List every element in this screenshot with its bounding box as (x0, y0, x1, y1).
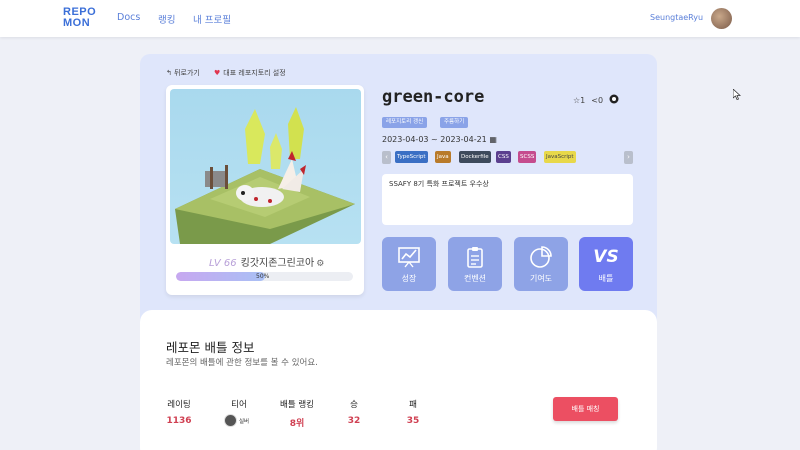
repo-title: green-core (382, 87, 485, 107)
gear-icon[interactable]: ⚙ (316, 259, 324, 269)
contribution-button[interactable]: 기여도 (514, 237, 568, 291)
growth-chart-icon (382, 245, 436, 269)
date-range-text: 2023-04-03 ~ 2023-04-21 (382, 135, 487, 144)
top-nav: REPO MON Docs 랭킹 내 프로필 SeungtaeRyu (0, 0, 800, 37)
language-chip: Dockerfile (459, 151, 491, 163)
nav-username[interactable]: SeungtaeRyu (650, 13, 703, 22)
representative-label: 대표 레포지토리 설정 (223, 69, 286, 77)
repomon-image (170, 89, 361, 244)
star-count: 1 (580, 95, 586, 105)
stat-rating: 레이팅 1136 (164, 398, 194, 426)
nav-link-docs[interactable]: Docs (117, 12, 140, 23)
set-representative-button[interactable]: ♥ 대표 레포지토리 설정 (214, 68, 286, 78)
silver-tier-icon (224, 414, 237, 427)
convention-button[interactable]: 컨벤션 (448, 237, 502, 291)
losses-label: 패 (409, 400, 417, 410)
battle-info-subtitle: 레포몬의 배틀에 관한 정보를 볼 수 있어요. (166, 358, 318, 368)
rating-value: 1136 (166, 416, 192, 426)
share-button[interactable]: <0 (591, 96, 603, 105)
back-label: 뒤로가기 (174, 69, 200, 77)
clipboard-icon (448, 245, 502, 269)
wins-value: 32 (347, 416, 361, 426)
battle-button[interactable]: VS 배틀 (579, 237, 633, 291)
vs-text: VS (593, 247, 619, 267)
lang-prev-button[interactable]: ‹ (382, 151, 391, 164)
repomon-name: 킹갓지존그린코아 (240, 258, 315, 269)
tier-value: 실버 (224, 414, 254, 427)
language-chip: TypeScript (395, 151, 428, 163)
repomon-logo[interactable]: REPO MON (63, 7, 97, 29)
stat-tier: 티어 실버 (224, 398, 254, 427)
tier-text: 실버 (239, 418, 250, 425)
level-name-row: LV 66 킹갓지존그린코아 ⚙ (209, 254, 324, 269)
repo-description: SSAFY 8기 특화 프로젝트 우수상 (382, 174, 633, 225)
language-chip: JavaScript (544, 151, 576, 163)
wins-label: 승 (350, 400, 358, 410)
logo-text-bottom: MON (63, 17, 91, 29)
user-avatar[interactable] (711, 8, 732, 29)
tier-label: 티어 (231, 400, 247, 410)
mouse-cursor-icon (733, 89, 741, 100)
growth-label: 성장 (401, 274, 417, 283)
language-chip: Java (435, 151, 451, 163)
secondary-action-button[interactable]: 주름하기 (440, 117, 469, 128)
calendar-icon: ▦ (489, 135, 497, 144)
exp-progress-fill (176, 272, 265, 281)
exp-percent-text: 50% (256, 273, 270, 280)
back-arrow-icon: ↰ (166, 69, 175, 77)
losses-value: 35 (406, 416, 420, 426)
stat-wins: 승 32 (344, 398, 364, 426)
battle-matching-button[interactable]: 배틀 매칭 (553, 397, 618, 421)
lang-next-button[interactable]: › (624, 151, 633, 164)
star-button[interactable]: ☆1 (573, 96, 585, 105)
refresh-repo-button[interactable]: 레포지토리 갱신 (382, 117, 428, 128)
share-icon: < (591, 95, 598, 105)
back-link[interactable]: ↰ 뒤로가기 (166, 68, 200, 78)
repo-actions: ☆1 <0 (573, 94, 619, 106)
heart-icon: ♥ (214, 69, 221, 77)
share-count: 0 (597, 95, 604, 105)
pie-chart-icon (514, 245, 568, 269)
repomon-illustration (175, 107, 355, 244)
nav-link-my-profile[interactable]: 내 프로필 (193, 12, 231, 26)
battle-info-title: 레포몬 배틀 정보 (166, 340, 255, 355)
battle-rank-value: 8위 (289, 419, 305, 429)
level-label: LV 66 (209, 258, 237, 269)
contribution-label: 기여도 (529, 274, 553, 283)
github-icon[interactable] (609, 94, 619, 106)
battle-rank-label: 배틀 랭킹 (280, 400, 314, 410)
nav-link-ranking[interactable]: 랭킹 (158, 12, 175, 26)
battle-label: 배틀 (598, 274, 614, 283)
date-range: 2023-04-03 ~ 2023-04-21 ▦ (382, 135, 497, 144)
rating-label: 레이팅 (167, 400, 191, 410)
battle-info-panel (140, 310, 657, 450)
stat-battle-rank: 배틀 랭킹 8위 (276, 398, 318, 429)
stat-losses: 패 35 (403, 398, 423, 426)
language-chip: CSS (496, 151, 511, 163)
convention-label: 컨벤션 (463, 274, 487, 283)
growth-button[interactable]: 성장 (382, 237, 436, 291)
language-chip: SCSS (518, 151, 537, 163)
vs-icon: VS (579, 245, 633, 269)
language-carousel: ‹ TypeScript Java Dockerfile CSS SCSS Ja… (382, 151, 633, 164)
